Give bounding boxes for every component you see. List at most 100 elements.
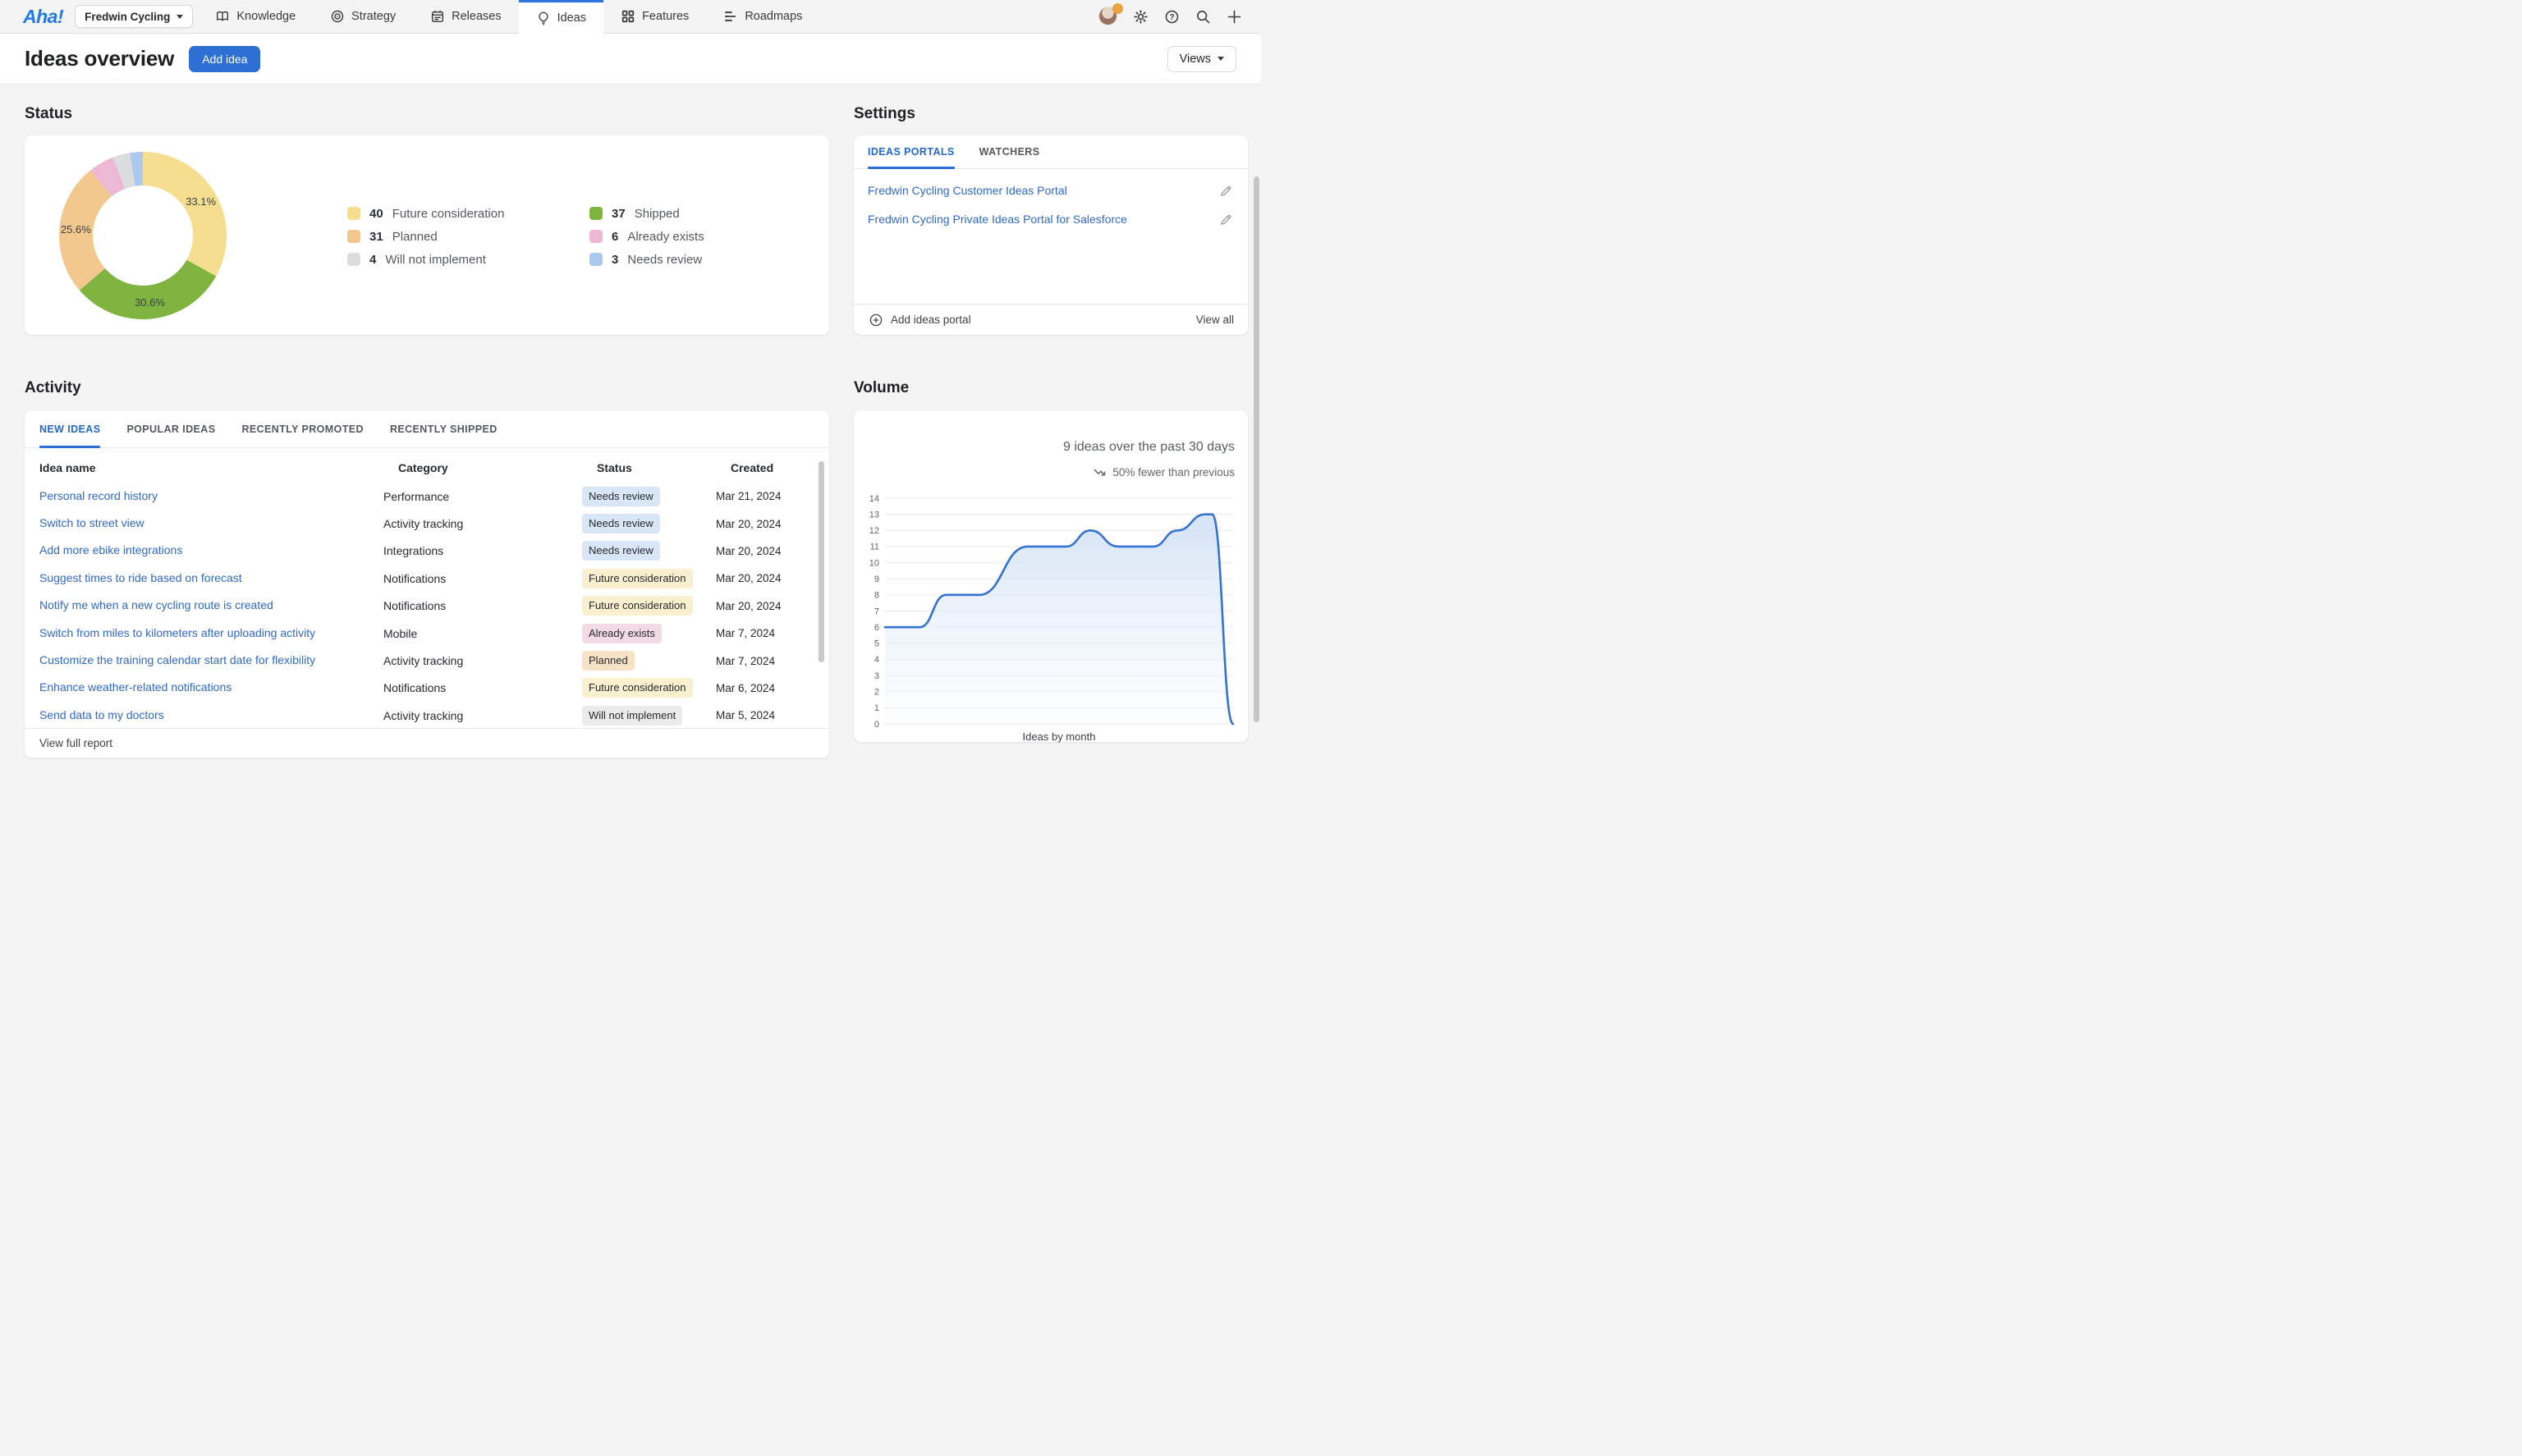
idea-created-date: Mar 7, 2024 [716,655,818,667]
project-selector-label: Fredwin Cycling [85,11,170,23]
legend-swatch [589,207,603,220]
tab-popular-ideas[interactable]: POPULAR IDEAS [126,410,215,447]
nav-items: Knowledge Strategy Releases Ideas FeaturesRo… [198,0,819,33]
idea-link[interactable]: Switch to street view [39,516,144,529]
target-icon [330,9,345,24]
y-axis-tick-label: 0 [874,720,879,730]
search-button[interactable] [1192,6,1213,27]
y-axis-tick-label: 12 [869,526,879,536]
view-full-report-link[interactable]: View full report [39,737,112,749]
legend-label: Will not implement [385,253,486,267]
legend-count: 31 [369,230,383,244]
nav-item-ideas[interactable]: Ideas [519,0,603,33]
add-idea-button[interactable]: Add idea [189,46,260,72]
idea-created-date: Mar 6, 2024 [716,682,818,694]
donut-segment-future-consideration[interactable] [143,152,227,276]
table-row: Enhance weather-related notificationsNot… [25,675,818,702]
nav-item-releases[interactable]: Releases [413,0,518,33]
idea-link[interactable]: Enhance weather-related notifications [39,680,232,694]
project-selector[interactable]: Fredwin Cycling [75,5,193,28]
portal-link[interactable]: Fredwin Cycling Customer Ideas Portal [868,184,1067,197]
idea-link[interactable]: Send data to my doctors [39,708,164,721]
aha-logo[interactable]: Aha! [0,0,75,33]
help-button[interactable]: ? [1161,6,1182,27]
table-scrollbar[interactable] [819,461,824,662]
nav-actions: ? [1098,0,1261,33]
views-button[interactable]: Views [1167,46,1236,72]
volume-area-chart[interactable]: 01234567891011121314 [854,410,1248,742]
idea-link[interactable]: Suggest times to ride based on forecast [39,571,242,584]
settings-gear-button[interactable] [1130,6,1151,27]
table-row: Notify me when a new cycling route is cr… [25,593,818,620]
y-axis-tick-label: 9 [874,575,879,584]
activity-card: NEW IDEAS POPULAR IDEAS RECENTLY PROMOTED R… [25,410,829,758]
page-scrollbar[interactable] [1254,176,1259,722]
table-row: Switch from miles to kilometers after up… [25,620,818,647]
idea-link[interactable]: Add more ebike integrations [39,543,182,556]
add-button[interactable] [1223,6,1245,27]
nav-item-label: Releases [452,10,501,23]
idea-link[interactable]: Customize the training calendar start da… [39,653,315,666]
tab-recently-shipped[interactable]: RECENTLY SHIPPED [390,410,498,447]
status-badge: Future consideration [582,596,693,616]
legend-label: Future consideration [392,207,505,221]
volume-chart-subtitle: 50% fewer than previous [1093,466,1235,478]
search-icon [1195,9,1211,25]
portals-list: Fredwin Cycling Customer Ideas Portal Fre… [854,169,1248,233]
user-avatar[interactable] [1098,7,1120,26]
status-card: 33.1%30.6%25.6% 40Future consideration31… [25,135,829,335]
status-badge: Future consideration [582,678,693,698]
idea-category: Performance [383,490,582,503]
idea-created-date: Mar 20, 2024 [716,545,818,557]
volume-x-axis-label: Ideas by month [854,730,1264,743]
chevron-down-icon [177,15,183,19]
legend-count: 37 [612,207,626,221]
table-header: Idea name Category Status Created [25,461,829,481]
y-axis-tick-label: 8 [874,591,879,601]
y-axis-tick-label: 5 [874,639,879,649]
ideas-table-body: Personal record history Performance Needs … [25,483,818,730]
nav-item-roadmaps[interactable]: Roadmaps [706,0,819,33]
idea-created-date: Mar 20, 2024 [716,600,818,612]
status-donut-chart[interactable]: 33.1%30.6%25.6% [59,152,227,319]
idea-link[interactable]: Personal record history [39,489,158,502]
column-header-category: Category [398,461,448,474]
tab-ideas-portals[interactable]: IDEAS PORTALS [868,135,955,168]
settings-tabs: IDEAS PORTALS WATCHERS [854,135,1248,169]
portal-link[interactable]: Fredwin Cycling Private Ideas Portal for… [868,213,1127,226]
settings-card: IDEAS PORTALS WATCHERS Fredwin Cycling Cu… [854,135,1248,335]
donut-percent-label: 30.6% [135,296,165,309]
tab-recently-promoted[interactable]: RECENTLY PROMOTED [241,410,364,447]
y-axis-tick-label: 6 [874,623,879,633]
nav-item-features[interactable]: Features [603,0,706,33]
volume-heading: Volume [854,379,909,397]
legend-label: Planned [392,230,438,244]
edit-pencil-icon[interactable] [1217,182,1234,199]
nav-item-strategy[interactable]: Strategy [313,0,413,33]
tab-watchers[interactable]: WATCHERS [979,135,1040,168]
table-row: Switch to street viewActivity trackingNe… [25,510,818,537]
add-ideas-portal-button[interactable]: Add ideas portal [868,312,971,328]
calendar-icon [430,9,445,24]
volume-chart-title: 9 ideas over the past 30 days [1063,440,1235,455]
y-axis-tick-label: 14 [869,494,879,504]
idea-link[interactable]: Switch from miles to kilometers after up… [39,626,315,639]
add-ideas-portal-label: Add ideas portal [891,314,971,326]
idea-category: Activity tracking [383,709,582,722]
top-nav: Aha! Fredwin Cycling Knowledge Strategy Re… [0,0,1261,34]
grid-icon [621,9,635,24]
nav-item-label: Ideas [557,11,586,25]
nav-item-knowledge[interactable]: Knowledge [198,0,313,33]
volume-card: 01234567891011121314 9 ideas over the pa… [854,410,1248,742]
idea-link[interactable]: Notify me when a new cycling route is cr… [39,598,273,611]
settings-card-footer: Add ideas portal View all [854,304,1248,335]
legend-item-planned: 31 Planned [347,230,589,244]
tab-new-ideas[interactable]: NEW IDEAS [39,410,100,447]
view-all-link[interactable]: View all [1196,314,1234,326]
edit-pencil-icon[interactable] [1217,211,1234,227]
nav-item-label: Strategy [351,10,396,23]
table-row: Personal record historyPerformanceNeeds … [25,483,818,510]
status-badge: Needs review [582,541,660,561]
page-title: Ideas overview [25,46,174,71]
lightbulb-icon [536,11,551,25]
